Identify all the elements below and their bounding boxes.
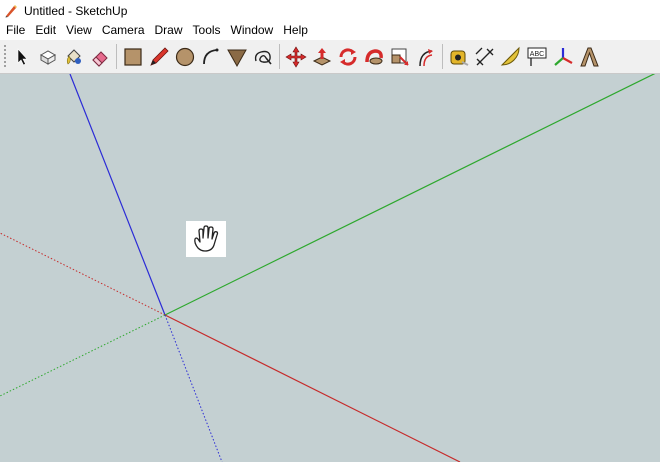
move-icon [285,45,307,68]
drawing-viewport[interactable] [0,74,660,462]
arc-icon [203,48,219,64]
menu-tools[interactable]: Tools [188,21,226,40]
rectangle-icon [124,47,142,66]
polygon-icon [227,49,247,67]
rotate-button[interactable] [336,44,360,70]
dimension-button[interactable] [473,44,497,70]
3d-text-icon [580,47,599,66]
pencil-line-button[interactable] [147,44,171,70]
title-bar: Untitled - SketchUp [0,0,660,21]
push-pull-icon [312,47,332,66]
green-axis-negative [0,314,166,397]
protractor-button[interactable] [499,44,523,70]
pan-hand-icon [194,225,219,252]
menu-camera[interactable]: Camera [97,21,150,40]
toolbar-separator [279,44,280,69]
blue-axis-negative [164,314,223,462]
circle-icon [175,47,195,66]
rectangle-button[interactable] [121,44,145,70]
red-axis-positive [164,314,461,462]
polygon-button[interactable] [225,44,249,70]
text-label-glyph: ABC [530,51,544,58]
offset-icon [419,48,433,66]
axes-icon [554,47,573,66]
follow-me-button[interactable] [362,44,386,70]
3d-text-button[interactable] [577,44,601,70]
sketchup-app-icon [5,4,17,17]
paint-bucket-button[interactable] [62,44,86,70]
protractor-icon [500,46,520,66]
rotate-icon [339,47,357,66]
blue-axis-positive [69,74,166,316]
menu-file[interactable]: File [0,21,30,40]
menu-help[interactable]: Help [278,21,313,40]
window-title: Untitled - SketchUp [24,3,128,18]
select-tool-icon [17,47,28,65]
toolbar-separator [116,44,117,69]
select-tool-button[interactable] [10,44,34,70]
pan-cursor [186,221,226,257]
scale-button[interactable] [388,44,412,70]
text-label-button[interactable]: ABC [525,44,549,70]
red-axis-negative [0,232,166,316]
menu-edit[interactable]: Edit [30,21,61,40]
green-axis-positive [164,74,656,316]
menu-bar: File Edit View Camera Draw Tools Window … [0,21,660,40]
make-component-button[interactable] [36,44,60,70]
make-component-icon [39,49,57,65]
tape-measure-button[interactable] [447,44,471,70]
eraser-button[interactable] [88,44,112,70]
menu-draw[interactable]: Draw [150,21,188,40]
offset-button[interactable] [414,44,438,70]
follow-me-icon [365,48,383,64]
dimension-icon [475,47,494,65]
model-axes [0,74,656,462]
freehand-icon [254,50,272,65]
toolbar-grip[interactable] [3,44,7,69]
freehand-button[interactable] [251,44,275,70]
circle-button[interactable] [173,44,197,70]
menu-view[interactable]: View [61,21,97,40]
toolbar-separator [442,44,443,69]
large-tool-set-toolbar: ABC [0,40,660,74]
paint-bucket-icon [66,48,81,64]
move-button[interactable] [284,44,308,70]
eraser-icon [92,50,108,67]
text-label-icon: ABC [527,47,547,66]
menu-window[interactable]: Window [226,21,279,40]
pencil-line-icon [150,46,169,66]
scale-icon [391,48,409,66]
push-pull-button[interactable] [310,44,334,70]
tape-measure-icon [450,50,469,66]
arc-button[interactable] [199,44,223,70]
axes-button[interactable] [551,44,575,70]
